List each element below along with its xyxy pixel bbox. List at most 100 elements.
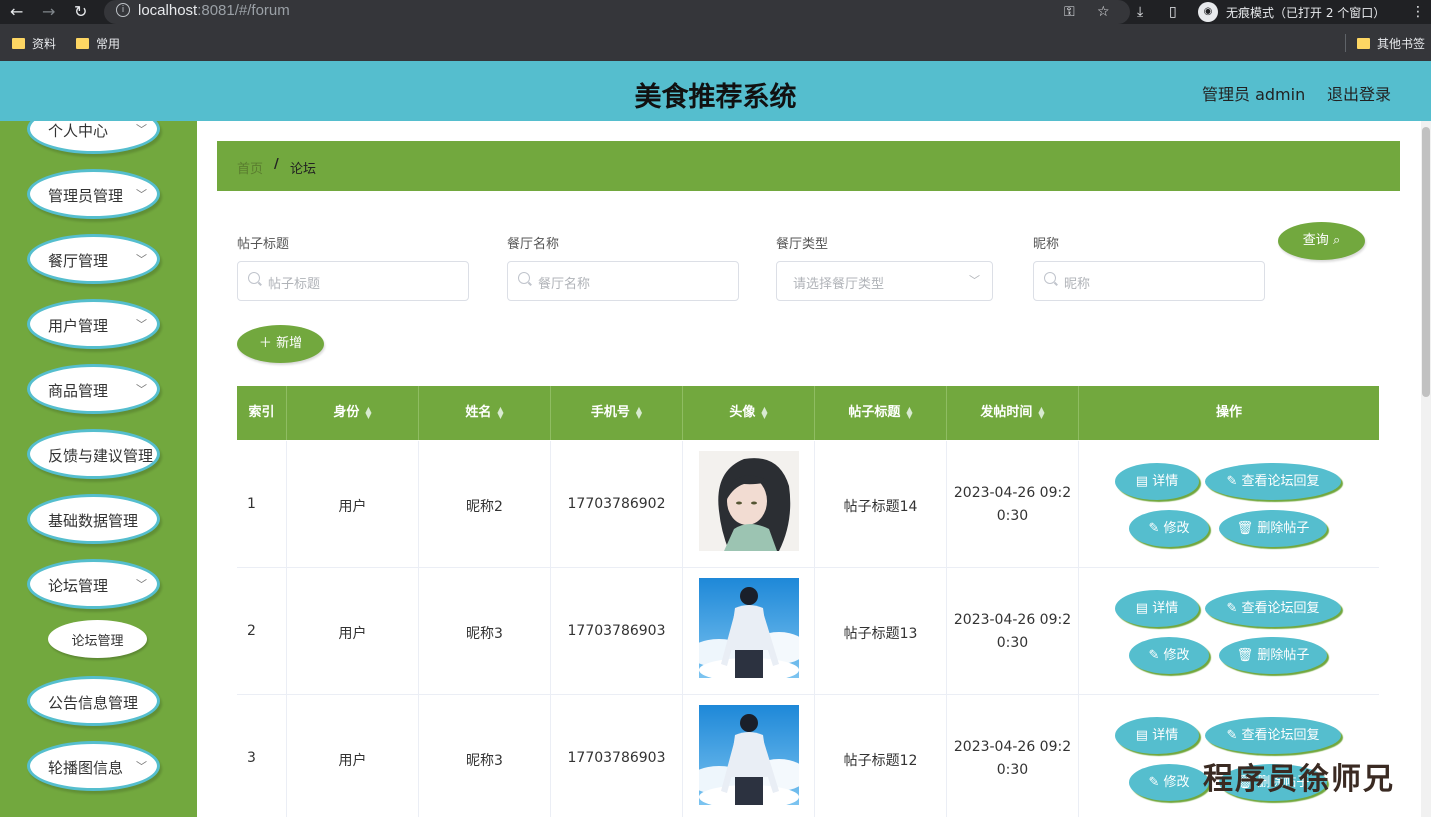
column-header-identity[interactable]: 身份 ▲ ▼ — [287, 386, 419, 440]
detail-button[interactable]: ▤ 详情 — [1115, 717, 1199, 754]
reload-icon[interactable]: ↻ — [74, 2, 87, 22]
other-bookmarks[interactable]: 其他书签 — [1357, 35, 1425, 52]
nickname-input[interactable]: 昵称 — [1033, 261, 1265, 301]
cell-index: 2 — [247, 623, 256, 639]
view-replies-button[interactable]: ✎ 查看论坛回复 — [1205, 463, 1341, 500]
document-icon: ▤ — [1135, 601, 1149, 616]
sidebar-item-admin-management[interactable]: 管理员管理 ﹀ — [27, 169, 160, 219]
cell-name: 昵称3 — [466, 626, 503, 642]
cell-phone: 17703786902 — [567, 496, 666, 512]
key-icon[interactable]: ⚿ — [1064, 3, 1075, 21]
chevron-down-icon: ﹀ — [136, 123, 147, 136]
app-header: 美食推荐系统 管理员 admin 退出登录 — [0, 61, 1431, 121]
sort-icon[interactable]: ▲ ▼ — [497, 405, 503, 419]
page-scrollbar[interactable] — [1421, 121, 1431, 817]
column-header-phone[interactable]: 手机号 ▲ ▼ — [551, 386, 683, 440]
table-header: 索引 身份 ▲ ▼ 姓名 ▲ ▼ 手机号 ▲ ▼ 头像 ▲ ▼ 帖子标题 ▲ ▼ 发帖时间 ▲ ▼ 操作 — [237, 386, 1379, 440]
incognito-indicator[interactable]: ◉ 无痕模式（已打开 2 个窗口） — [1198, 1, 1385, 23]
incognito-icon: ◉ — [1198, 2, 1218, 22]
cell-post-title: 帖子标题12 — [843, 753, 918, 769]
restaurant-name-label: 餐厅名称 — [507, 237, 560, 252]
detail-button[interactable]: ▤ 详情 — [1115, 590, 1199, 627]
post-title-input[interactable]: 帖子标题 — [237, 261, 469, 301]
table-row: 2 用户 昵称3 17703786903 帖子标题13 2023-04-26 0… — [237, 568, 1379, 695]
folder-icon — [1357, 38, 1370, 49]
star-icon[interactable]: ☆ — [1097, 3, 1110, 21]
chevron-down-icon: ﹀ — [136, 253, 147, 266]
side-panel-icon[interactable]: ▯ — [1169, 3, 1177, 21]
edit-button[interactable]: ✎ 修改 — [1129, 637, 1209, 674]
sidebar-item-user-management[interactable]: 用户管理 ﹀ — [27, 299, 160, 349]
plus-icon: ＋ — [258, 336, 272, 351]
browser-toolbar: ← → ↻ i localhost:8081/#/forum ⚿ ☆ ⤓ ▯ ◉… — [0, 0, 1431, 24]
menu-icon[interactable]: ⋮ — [1411, 3, 1425, 21]
sidebar-item-restaurant-management[interactable]: 餐厅管理 ﹀ — [27, 234, 160, 284]
sort-icon[interactable]: ▲ ▼ — [636, 405, 642, 419]
query-button[interactable]: 查询 ⌕ — [1278, 222, 1365, 260]
site-info-icon[interactable]: i — [116, 3, 130, 17]
post-title-label: 帖子标题 — [237, 237, 290, 252]
restaurant-name-input[interactable]: 餐厅名称 — [507, 261, 739, 301]
search-icon — [518, 272, 530, 284]
forward-icon[interactable]: → — [42, 2, 55, 22]
column-header-name[interactable]: 姓名 ▲ ▼ — [419, 386, 551, 440]
column-header-index: 索引 — [237, 386, 287, 440]
sort-icon[interactable]: ▲ ▼ — [1038, 405, 1044, 419]
add-button[interactable]: ＋ 新增 — [237, 325, 324, 363]
sidebar-item-feedback-management[interactable]: 反馈与建议管理 — [27, 429, 160, 479]
bookmark-folder[interactable]: 常用 — [76, 35, 120, 52]
sidebar-item-basic-data-management[interactable]: 基础数据管理 — [27, 494, 160, 544]
column-header-actions: 操作 — [1215, 405, 1242, 420]
view-replies-button[interactable]: ✎ 查看论坛回复 — [1205, 590, 1341, 627]
sidebar-item-personal-center[interactable]: 个人中心 ﹀ — [27, 121, 160, 154]
cell-index: 3 — [247, 750, 256, 766]
column-header-post-title[interactable]: 帖子标题 ▲ ▼ — [815, 386, 947, 440]
sidebar-item-carousel-info[interactable]: 轮播图信息 ﹀ — [27, 741, 160, 791]
search-icon — [1044, 272, 1056, 284]
sidebar-item-forum-management[interactable]: 论坛管理 ﹀ — [27, 559, 160, 609]
edit-button[interactable]: ✎ 修改 — [1129, 764, 1209, 801]
address-bar[interactable]: i localhost:8081/#/forum ⚿ ☆ — [104, 0, 1130, 24]
view-replies-button[interactable]: ✎ 查看论坛回复 — [1205, 717, 1341, 754]
back-icon[interactable]: ← — [10, 2, 23, 22]
document-icon: ▤ — [1135, 728, 1149, 743]
breadcrumb-home[interactable]: 首页 — [237, 158, 263, 177]
cell-identity: 用户 — [338, 753, 367, 769]
chevron-down-icon: ﹀ — [136, 188, 147, 201]
delete-button[interactable]: 🗑 删除帖子 — [1219, 510, 1327, 547]
sidebar-subitem-forum-management[interactable]: 论坛管理 — [48, 620, 147, 658]
sort-icon[interactable]: ▲ ▼ — [761, 405, 767, 419]
avatar-image — [699, 705, 799, 805]
restaurant-type-select[interactable]: 请选择餐厅类型 ﹀ — [776, 261, 993, 301]
logout-link[interactable]: 退出登录 — [1327, 81, 1391, 105]
download-icon[interactable]: ⤓ — [1137, 3, 1143, 21]
scrollbar-thumb[interactable] — [1422, 127, 1430, 397]
column-header-post-time[interactable]: 发帖时间 ▲ ▼ — [947, 386, 1079, 440]
cell-post-title: 帖子标题14 — [843, 499, 918, 515]
sort-icon[interactable]: ▲ ▼ — [365, 405, 371, 419]
table-row: 1 用户 昵称2 17703786902 帖子标题14 2023-04-26 0… — [237, 441, 1379, 568]
incognito-label: 无痕模式（已打开 2 个窗口） — [1226, 5, 1386, 20]
edit-button[interactable]: ✎ 修改 — [1129, 510, 1209, 547]
breadcrumb-current: 论坛 — [290, 162, 317, 177]
cell-phone: 17703786903 — [567, 750, 666, 766]
cell-post-time: 2023-04-26 09:2 0:30 — [953, 612, 1072, 651]
column-header-avatar[interactable]: 头像 ▲ ▼ — [683, 386, 815, 440]
bookmarks-bar: 资料 常用 其他书签 — [0, 24, 1431, 61]
sort-icon[interactable]: ▲ ▼ — [906, 405, 912, 419]
chevron-down-icon: ﹀ — [136, 760, 147, 773]
avatar-image — [699, 578, 799, 678]
main-content: 首页 / 论坛 帖子标题 帖子标题 餐厅名称 餐厅名称 餐厅类型 请选择餐厅类型… — [197, 121, 1421, 817]
edit-icon: ✎ — [1226, 728, 1238, 743]
cell-index: 1 — [247, 496, 256, 512]
delete-button[interactable]: 🗑 删除帖子 — [1219, 637, 1327, 674]
detail-button[interactable]: ▤ 详情 — [1115, 463, 1199, 500]
trash-icon: 🗑 — [1236, 648, 1254, 663]
sidebar-item-announcement-management[interactable]: 公告信息管理 — [27, 676, 160, 726]
watermark: 程序员徐师兄 — [1203, 762, 1395, 797]
cell-post-time: 2023-04-26 09:2 0:30 — [953, 485, 1072, 524]
bookmark-folder[interactable]: 资料 — [12, 35, 56, 52]
cell-post-time: 2023-04-26 09:2 0:30 — [953, 739, 1072, 778]
sidebar-item-product-management[interactable]: 商品管理 ﹀ — [27, 364, 160, 414]
folder-icon — [76, 38, 89, 49]
